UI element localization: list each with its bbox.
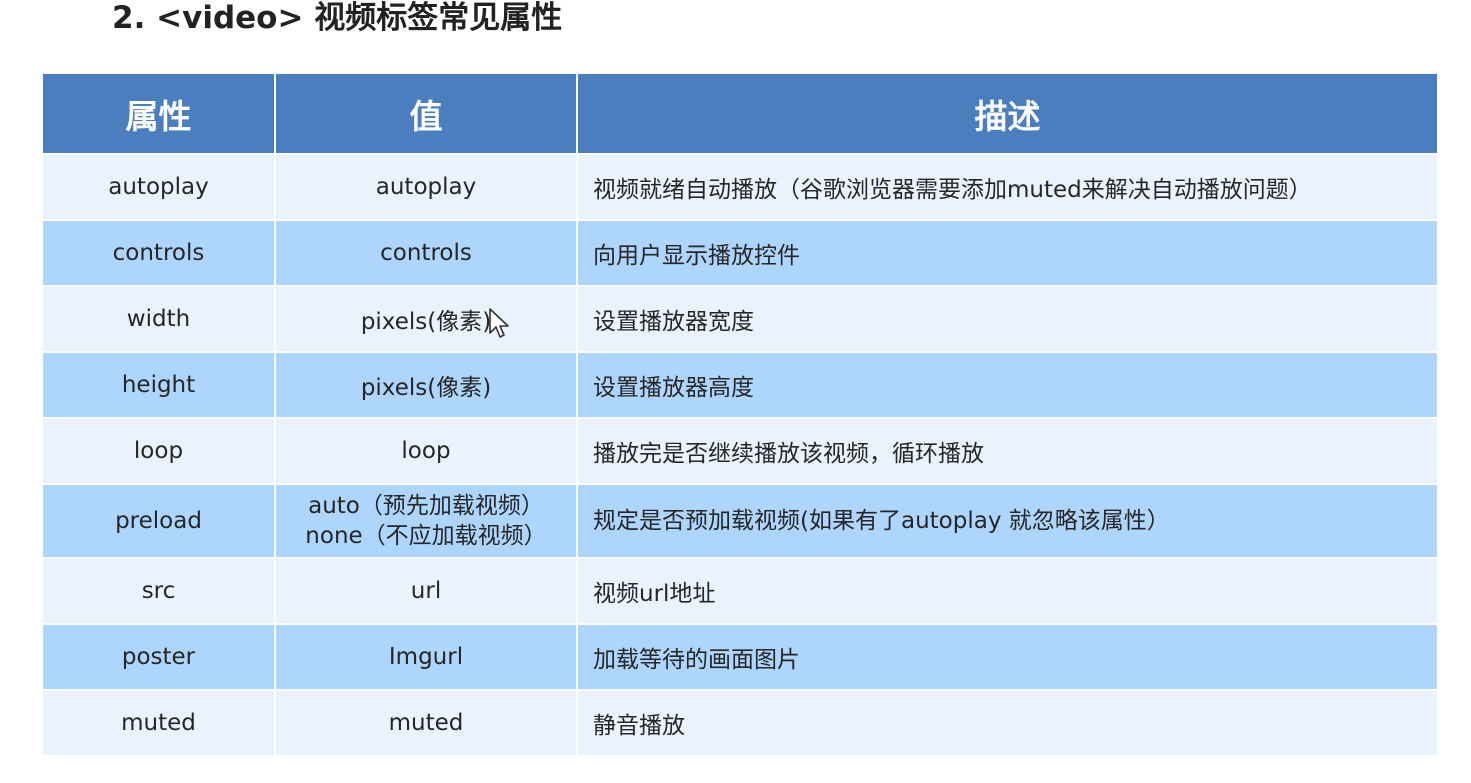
description-cell: 加载等待的画面图片 [576, 623, 1439, 691]
value-cell: muted [274, 689, 578, 757]
value-cell: pixels(像素) [274, 351, 578, 419]
attribute-cell: controls [41, 219, 276, 287]
value-line: none（不应加载视频） [305, 523, 547, 549]
attribute-cell: width [41, 285, 276, 353]
value-cell: auto（预先加载视频） none（不应加载视频） [274, 483, 578, 559]
attribute-cell: poster [41, 623, 276, 691]
attribute-cell: autoplay [41, 153, 276, 221]
value-cell: autoplay [274, 153, 578, 221]
value-cell: pixels(像素) [274, 285, 578, 353]
table-header-row: 属性 值 描述 [41, 72, 1439, 155]
value-cell: loop [274, 417, 578, 485]
attribute-cell: height [41, 351, 276, 419]
description-cell: 规定是否预加载视频(如果有了autoplay 就忽略该属性） [576, 483, 1439, 559]
table-row: src url 视频url地址 [41, 557, 1439, 625]
table-row: poster Imgurl 加载等待的画面图片 [41, 623, 1439, 691]
description-cell: 静音播放 [576, 689, 1439, 757]
header-attribute: 属性 [41, 72, 276, 155]
mouse-pointer-icon [489, 308, 509, 338]
description-cell: 播放完是否继续播放该视频，循环播放 [576, 417, 1439, 485]
value-cell: controls [274, 219, 578, 287]
value-cell: url [274, 557, 578, 625]
attribute-cell: src [41, 557, 276, 625]
table-row: muted muted 静音播放 [41, 689, 1439, 757]
table-row: height pixels(像素) 设置播放器高度 [41, 351, 1439, 419]
header-description: 描述 [576, 72, 1439, 155]
attribute-cell: loop [41, 417, 276, 485]
attribute-cell: preload [41, 483, 276, 559]
description-cell: 视频就绪自动播放（谷歌浏览器需要添加muted来解决自动播放问题） [576, 153, 1439, 221]
table-row: preload auto（预先加载视频） none（不应加载视频） 规定是否预加… [41, 483, 1439, 559]
table-row: autoplay autoplay 视频就绪自动播放（谷歌浏览器需要添加mute… [41, 153, 1439, 221]
attribute-cell: muted [41, 689, 276, 757]
slide-title: 2. <video> 视频标签常见属性 [112, 0, 563, 36]
description-cell: 设置播放器宽度 [576, 285, 1439, 353]
header-value: 值 [274, 72, 578, 155]
table-row: loop loop 播放完是否继续播放该视频，循环播放 [41, 417, 1439, 485]
description-cell: 向用户显示播放控件 [576, 219, 1439, 287]
table-row: controls controls 向用户显示播放控件 [41, 219, 1439, 287]
value-line: auto（预先加载视频） [308, 493, 544, 519]
video-attributes-table: 属性 值 描述 autoplay autoplay 视频就绪自动播放（谷歌浏览器… [41, 72, 1439, 757]
description-cell: 视频url地址 [576, 557, 1439, 625]
description-cell: 设置播放器高度 [576, 351, 1439, 419]
table-row: width pixels(像素) 设置播放器宽度 [41, 285, 1439, 353]
value-cell: Imgurl [274, 623, 578, 691]
